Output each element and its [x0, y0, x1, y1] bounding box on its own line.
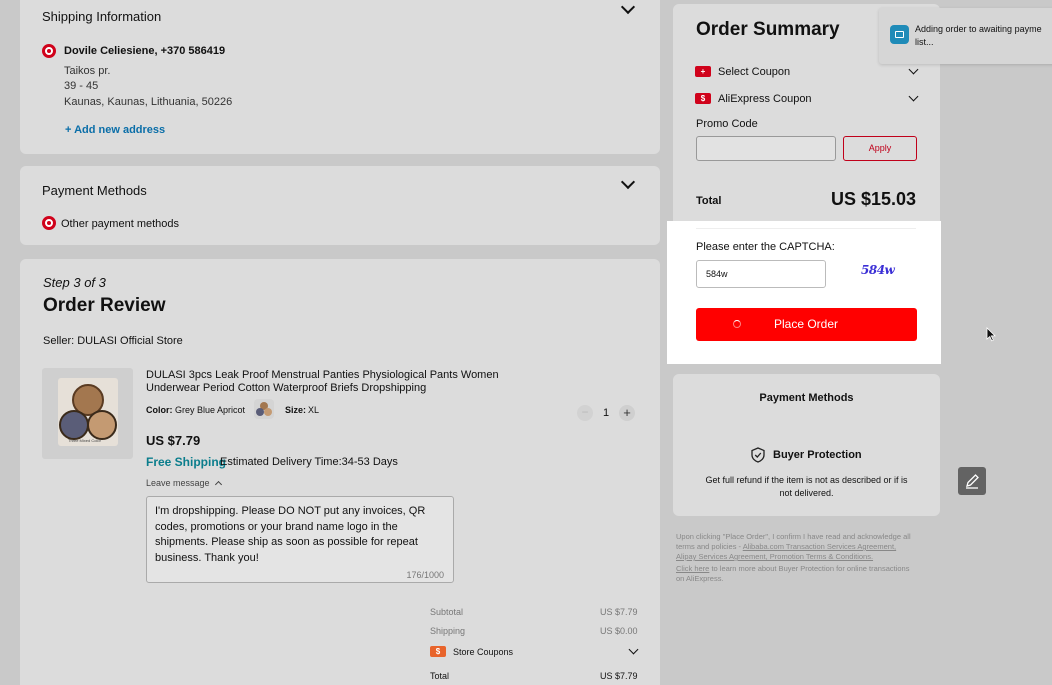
quantity-decrease-button[interactable]: − — [577, 405, 593, 421]
captcha-panel: Please enter the CAPTCHA: 584w 584w Plac… — [667, 221, 941, 364]
order-total-label: Total — [430, 671, 450, 681]
floating-edit-button[interactable] — [958, 467, 986, 495]
toast-notification: Adding order to awaiting payme list... — [879, 8, 1052, 64]
loading-spinner-icon — [733, 320, 741, 328]
free-shipping-label: Free Shipping — [146, 455, 227, 469]
buyer-protection-card: Payment Methods Buyer Protection Get ful… — [673, 374, 940, 516]
aliexpress-coupon-label[interactable]: AliExpress Coupon — [718, 93, 812, 105]
chevron-down-icon[interactable] — [620, 0, 636, 15]
address-line-2: 39 - 45 — [64, 80, 99, 92]
order-summary-title: Order Summary — [696, 19, 840, 40]
payment-title: Payment Methods — [42, 183, 147, 198]
coupon-icon: + — [695, 66, 711, 77]
product-title-line-2[interactable]: Underwear Period Cotton Waterproof Brief… — [146, 382, 426, 394]
promo-code-input[interactable] — [696, 136, 836, 161]
leave-message-label: Leave message — [146, 478, 210, 488]
address-radio[interactable] — [42, 44, 56, 58]
shipping-value: US $0.00 — [600, 626, 638, 636]
alipay-agreement-link[interactable]: Alipay Services Agreement, Promotion Ter… — [676, 552, 940, 562]
address-line-3: Kaunas, Kaunas, Lithuania, 50226 — [64, 96, 233, 108]
order-review-title: Order Review — [43, 295, 166, 316]
divider — [696, 228, 916, 229]
shield-check-icon — [751, 447, 765, 463]
legal-text: Upon clicking "Place Order", I confirm I… — [676, 532, 940, 584]
order-review-card: Step 3 of 3 Order Review Seller: DULASI … — [20, 259, 660, 685]
message-text: I'm dropshipping. Please DO NOT put any … — [155, 505, 426, 564]
protection-text-2: not delivered. — [779, 488, 834, 498]
buyer-protection-title: Buyer Protection — [773, 449, 862, 461]
chevron-down-icon[interactable] — [620, 174, 636, 190]
color-label: Color: — [146, 405, 173, 415]
product-price: US $7.79 — [146, 433, 201, 448]
legal-line-4: Click here to learn more about Buyer Pro… — [676, 564, 940, 574]
store-coupons-label: Store Coupons — [453, 647, 514, 657]
product-image-caption: Three Mixed Color — [68, 438, 101, 443]
add-address-link[interactable]: + Add new address — [65, 124, 165, 136]
mouse-cursor-icon — [986, 327, 996, 342]
address-line-1: Taikos pr. — [64, 65, 111, 77]
pencil-icon — [966, 474, 979, 489]
aliexpress-coupon-icon: $ — [695, 93, 711, 104]
delivery-time: Estimated Delivery Time:34-53 Days — [220, 456, 398, 468]
toast-text-1: Adding order to awaiting payme — [915, 24, 1042, 34]
color-value: Grey Blue Apricot — [175, 405, 246, 415]
chevron-down-icon[interactable] — [628, 644, 639, 655]
toast-wallet-icon — [890, 25, 909, 44]
order-total-value: US $7.79 — [600, 671, 638, 681]
side-payment-methods-title: Payment Methods — [759, 392, 854, 404]
legal-terms-text: terms and policies - — [676, 542, 742, 551]
promo-code-label: Promo Code — [696, 118, 758, 130]
step-indicator: Step 3 of 3 — [43, 275, 106, 290]
color-swatch — [254, 399, 274, 419]
select-coupon-label[interactable]: Select Coupon — [718, 66, 790, 78]
chevron-down-icon[interactable] — [908, 91, 919, 102]
address-name: Dovile Celiesiene, +370 586419 — [64, 45, 226, 57]
legal-line-5: on AliExpress. — [676, 574, 724, 583]
size-value: XL — [308, 405, 320, 415]
message-char-count: 176/1000 — [406, 570, 444, 580]
payment-card: Payment Methods Other payment methods — [20, 166, 660, 245]
swatch-icon — [256, 402, 272, 416]
transaction-agreement-link[interactable]: Alibaba.com Transaction Services Agreeme… — [743, 542, 896, 551]
size-label: Size: — [285, 405, 307, 415]
shipping-label: Shipping — [430, 626, 466, 636]
store-coupon-icon: $ — [430, 646, 446, 657]
place-order-button[interactable]: Place Order — [696, 308, 917, 341]
quantity-value[interactable]: 1 — [603, 407, 609, 419]
shipping-card: Shipping Information Dovile Celiesiene, … — [20, 0, 660, 154]
product-image[interactable]: Three Mixed Color — [42, 368, 133, 459]
captcha-label: Please enter the CAPTCHA: — [696, 241, 835, 253]
subtotal-value: US $7.79 — [600, 607, 638, 617]
message-textarea[interactable]: I'm dropshipping. Please DO NOT put any … — [146, 496, 454, 583]
shipping-title: Shipping Information — [42, 9, 162, 24]
payment-option-label: Other payment methods — [61, 218, 180, 230]
legal-protection-text: to learn more about Buyer Protection for… — [711, 564, 910, 573]
subtotal-label: Subtotal — [430, 607, 464, 617]
summary-total-value: US $15.03 — [831, 189, 917, 209]
leave-message-toggle[interactable]: Leave message — [146, 478, 223, 489]
captcha-image[interactable]: 584w — [861, 263, 895, 277]
summary-total-label: Total — [696, 195, 722, 207]
click-here-link[interactable]: Click here — [676, 564, 709, 573]
captcha-input-value: 584w — [706, 269, 728, 279]
toast-text-2: list... — [915, 37, 934, 47]
product-image-art — [58, 378, 118, 446]
chevron-up-icon — [215, 480, 223, 489]
payment-radio[interactable] — [42, 216, 56, 230]
chevron-down-icon[interactable] — [908, 64, 919, 75]
product-title-line-1[interactable]: DULASI 3pcs Leak Proof Menstrual Panties… — [146, 369, 499, 381]
captcha-input[interactable]: 584w — [696, 260, 826, 288]
place-order-label: Place Order — [774, 317, 839, 331]
seller-name: Seller: DULASI Official Store — [43, 335, 183, 347]
quantity-increase-button[interactable]: + — [619, 405, 635, 421]
legal-line-2: terms and policies - Alibaba.com Transac… — [676, 542, 940, 552]
protection-text-1: Get full refund if the item is not as de… — [705, 475, 908, 485]
legal-line-1: Upon clicking "Place Order", I confirm I… — [676, 532, 911, 541]
apply-button[interactable]: Apply — [843, 136, 917, 161]
